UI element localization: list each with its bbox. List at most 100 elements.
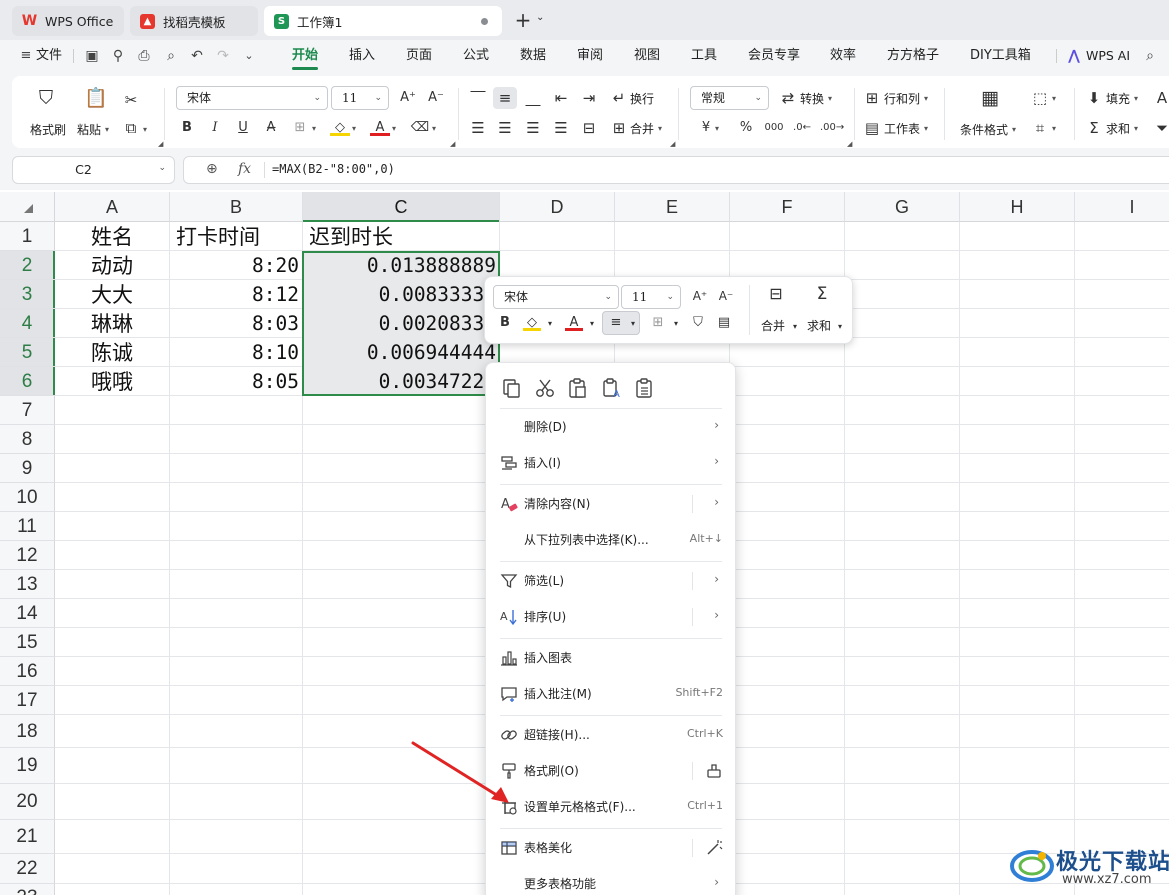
convert-button[interactable]: 转换 xyxy=(800,90,824,107)
table-style-icon[interactable]: ⌗ xyxy=(1030,118,1050,138)
row-header-14[interactable]: 14 xyxy=(0,599,55,628)
fill-icon[interactable]: ⬇ xyxy=(1084,88,1104,108)
decrease-font-icon[interactable]: A⁻ xyxy=(717,287,735,305)
cell-a6[interactable]: 哦哦 xyxy=(85,367,170,396)
tab-fangfang[interactable]: 方方格子 xyxy=(887,46,939,68)
wrap-text-icon[interactable]: ↵ xyxy=(609,88,629,108)
column-header-c[interactable]: C xyxy=(303,192,500,222)
sum-button[interactable]: 求和 xyxy=(1106,120,1130,137)
mini-font-name-select[interactable]: 宋体 ⌄ xyxy=(493,285,619,309)
undo-icon[interactable]: ↶ xyxy=(189,48,205,64)
tab-wps-office[interactable]: W WPS Office xyxy=(12,6,124,36)
chevron-down-icon[interactable]: ▾ xyxy=(715,124,719,133)
align-bottom-icon[interactable]: ⎽ xyxy=(523,88,543,108)
tab-data[interactable]: 数据 xyxy=(520,46,546,68)
row-header-2[interactable]: 2 xyxy=(0,251,55,280)
row-header-12[interactable]: 12 xyxy=(0,541,55,570)
justify-icon[interactable]: ☰ xyxy=(551,118,571,138)
row-header-8[interactable]: 8 xyxy=(0,425,55,454)
paste-special-icon[interactable] xyxy=(634,377,656,399)
align-middle-icon[interactable]: ≡ xyxy=(495,88,515,108)
fx-icon[interactable]: fx xyxy=(238,161,251,177)
align-center-icon[interactable]: ☰ xyxy=(495,118,515,138)
font-size-select[interactable]: 11 ⌄ xyxy=(331,86,389,110)
column-header-e[interactable]: E xyxy=(615,192,730,222)
dialog-launcher-icon[interactable]: ◢ xyxy=(847,140,852,148)
row-header-10[interactable]: 10 xyxy=(0,483,55,512)
column-header-d[interactable]: D xyxy=(500,192,615,222)
cut-icon[interactable] xyxy=(534,377,556,399)
print-preview-icon[interactable]: ⌕ xyxy=(163,48,179,64)
mini-sum-button[interactable]: 求和 xyxy=(807,317,831,334)
chevron-down-icon[interactable]: ▾ xyxy=(1134,124,1138,133)
wrap-text-button[interactable]: 换行 xyxy=(630,90,654,107)
column-header-i[interactable]: I xyxy=(1075,192,1169,222)
menu-item-sort[interactable]: A 排序(U) › xyxy=(486,599,737,635)
chevron-down-icon[interactable]: ▾ xyxy=(105,125,109,134)
chevron-down-icon[interactable]: ⌄ xyxy=(158,163,166,173)
row-header-7[interactable]: 7 xyxy=(0,396,55,425)
fill-color-icon[interactable]: ◇ xyxy=(523,314,541,331)
mini-font-size-select[interactable]: 11 ⌄ xyxy=(621,285,681,309)
row-header-16[interactable]: 16 xyxy=(0,657,55,686)
name-box[interactable]: C2 ⌄ xyxy=(12,156,175,184)
chevron-down-icon[interactable]: ▾ xyxy=(658,124,662,133)
align-right-icon[interactable]: ☰ xyxy=(523,118,543,138)
menu-item-clear-contents[interactable]: A 清除内容(N) › xyxy=(486,486,737,522)
paste-icon[interactable] xyxy=(567,377,589,399)
row-header-23[interactable]: 23 xyxy=(0,884,55,895)
row-header-18[interactable]: 18 xyxy=(0,715,55,748)
tab-docer-templates[interactable]: ▲ 找稻壳模板 xyxy=(130,6,258,36)
menu-item-insert-comment[interactable]: 插入批注(M) Shift+F2 xyxy=(486,676,737,712)
mini-merge-button[interactable]: 合并 xyxy=(761,317,785,334)
row-header-19[interactable]: 19 xyxy=(0,748,55,784)
fill-button[interactable]: 填充 xyxy=(1106,90,1130,107)
column-header-g[interactable]: G xyxy=(845,192,960,222)
column-header-f[interactable]: F xyxy=(730,192,845,222)
worksheet-icon[interactable]: ▤ xyxy=(862,118,882,138)
file-menu-button[interactable]: 文件 xyxy=(36,46,62,66)
decrease-indent-icon[interactable]: ⇤ xyxy=(551,88,571,108)
wps-ai-button[interactable]: WPS AI xyxy=(1086,46,1130,68)
cell-a2[interactable]: 动动 xyxy=(85,251,170,280)
thousands-icon[interactable]: 000 xyxy=(764,118,784,138)
row-header-4[interactable]: 4 xyxy=(0,309,55,338)
row-header-1[interactable]: 1 xyxy=(0,222,55,251)
borders-icon[interactable]: ⊞ xyxy=(649,314,667,332)
wps-ai-icon[interactable]: ⋀ xyxy=(1066,48,1082,64)
row-header-5[interactable]: 5 xyxy=(0,338,55,367)
chevron-down-icon[interactable]: ▾ xyxy=(1052,124,1056,133)
chevron-down-icon[interactable]: ▾ xyxy=(1012,125,1016,134)
magic-wand-icon[interactable] xyxy=(705,839,723,857)
chevron-down-icon[interactable]: ▾ xyxy=(352,124,356,133)
tab-formulas[interactable]: 公式 xyxy=(463,46,489,68)
dialog-launcher-icon[interactable]: ◢ xyxy=(158,140,163,148)
formula-input[interactable]: ⊕ fx =MAX(B2-"8:00",0) xyxy=(183,156,1169,184)
save-icon[interactable]: ▣ xyxy=(84,48,100,64)
search-icon[interactable]: ⌕ xyxy=(1142,48,1158,64)
menu-item-delete[interactable]: 删除(D) › xyxy=(486,409,737,445)
zoom-icon[interactable]: ⊕ xyxy=(206,161,218,177)
strikethrough-icon[interactable]: A̶ xyxy=(261,118,281,138)
select-all-corner[interactable] xyxy=(0,192,55,222)
underline-icon[interactable]: U xyxy=(233,118,253,138)
increase-indent-icon[interactable]: ⇥ xyxy=(579,88,599,108)
row-header-17[interactable]: 17 xyxy=(0,686,55,715)
format-painter-icon[interactable]: ⛉ xyxy=(689,314,707,332)
increase-decimal-icon[interactable]: .0← xyxy=(792,118,812,138)
cell-a5[interactable]: 陈诚 xyxy=(85,338,170,367)
font-color-icon[interactable]: A xyxy=(565,314,583,331)
cell-b5[interactable]: 8:10 xyxy=(170,338,299,367)
eraser-icon[interactable]: ⌫ xyxy=(410,118,430,138)
fill-color-icon[interactable]: ◇ xyxy=(330,118,350,136)
tab-diy-toolbox[interactable]: DIY工具箱 xyxy=(970,46,1031,68)
conditional-format-icon[interactable]: ▦ xyxy=(980,88,1000,108)
chevron-down-icon[interactable]: ▾ xyxy=(831,318,849,336)
chevron-down-icon[interactable]: ▾ xyxy=(312,124,316,133)
worksheet-button[interactable]: 工作表 xyxy=(884,120,920,137)
chevron-down-icon[interactable]: ▾ xyxy=(924,94,928,103)
font-color-icon[interactable]: A xyxy=(370,118,390,136)
row-header-21[interactable]: 21 xyxy=(0,820,55,854)
rows-cols-icon[interactable]: ⊞ xyxy=(862,88,882,108)
row-header-9[interactable]: 9 xyxy=(0,454,55,483)
